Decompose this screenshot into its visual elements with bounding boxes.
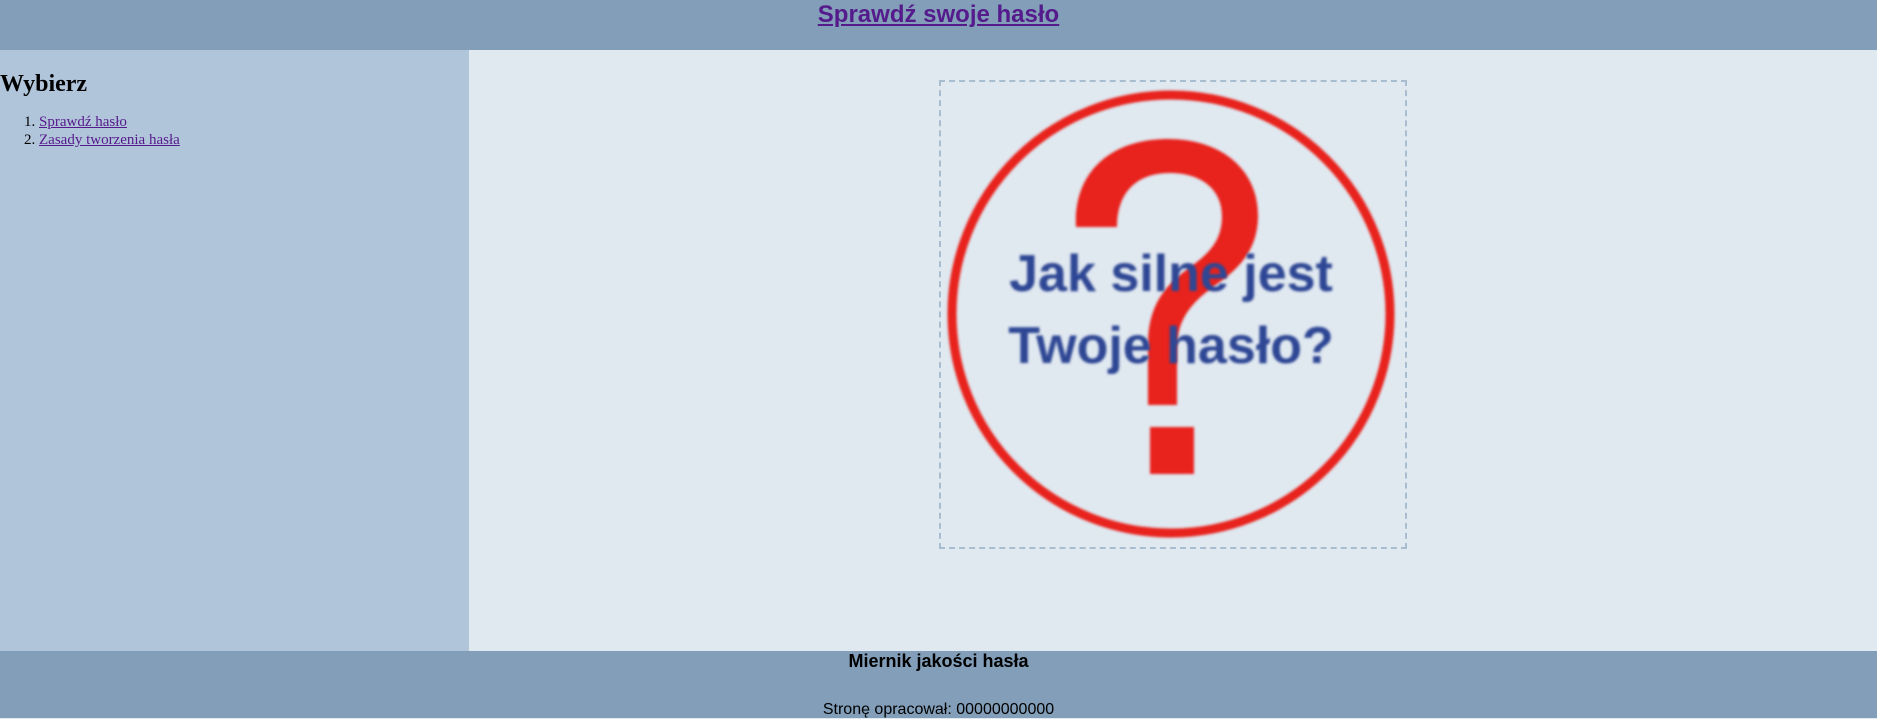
main-content: Jak silne jest Twoje hasło?: [469, 50, 1877, 651]
sidebar: Wybierz Sprawdź hasło Zasady tworzenia h…: [0, 50, 469, 651]
page-footer: Miernik jakości hasła Stronę opracował: …: [0, 651, 1877, 718]
password-strength-image: Jak silne jest Twoje hasło?: [939, 80, 1407, 549]
sidebar-menu: Sprawdź hasło Zasady tworzenia hasła: [0, 113, 469, 149]
page-header: Sprawdź swoje hasło: [0, 0, 1877, 50]
sidebar-item-check-password: Sprawdź hasło: [39, 113, 469, 131]
image-text-line2: Twoje hasło?: [1008, 317, 1334, 375]
question-mark-icon: [1075, 139, 1258, 474]
sidebar-heading: Wybierz: [0, 71, 88, 97]
header-title-link[interactable]: Sprawdź swoje hasło: [818, 1, 1059, 29]
footer-title: Miernik jakości hasła: [848, 651, 1029, 671]
sidebar-link-password-rules[interactable]: Zasady tworzenia hasła: [39, 132, 180, 148]
sidebar-item-password-rules: Zasady tworzenia hasła: [39, 131, 469, 149]
footer-author: Stronę opracował: 00000000000: [822, 701, 1055, 718]
image-text-line1: Jak silne jest: [1009, 245, 1333, 303]
sidebar-link-check-password[interactable]: Sprawdź hasło: [39, 114, 127, 130]
question-ring-graphic: Jak silne jest Twoje hasło?: [947, 90, 1395, 538]
